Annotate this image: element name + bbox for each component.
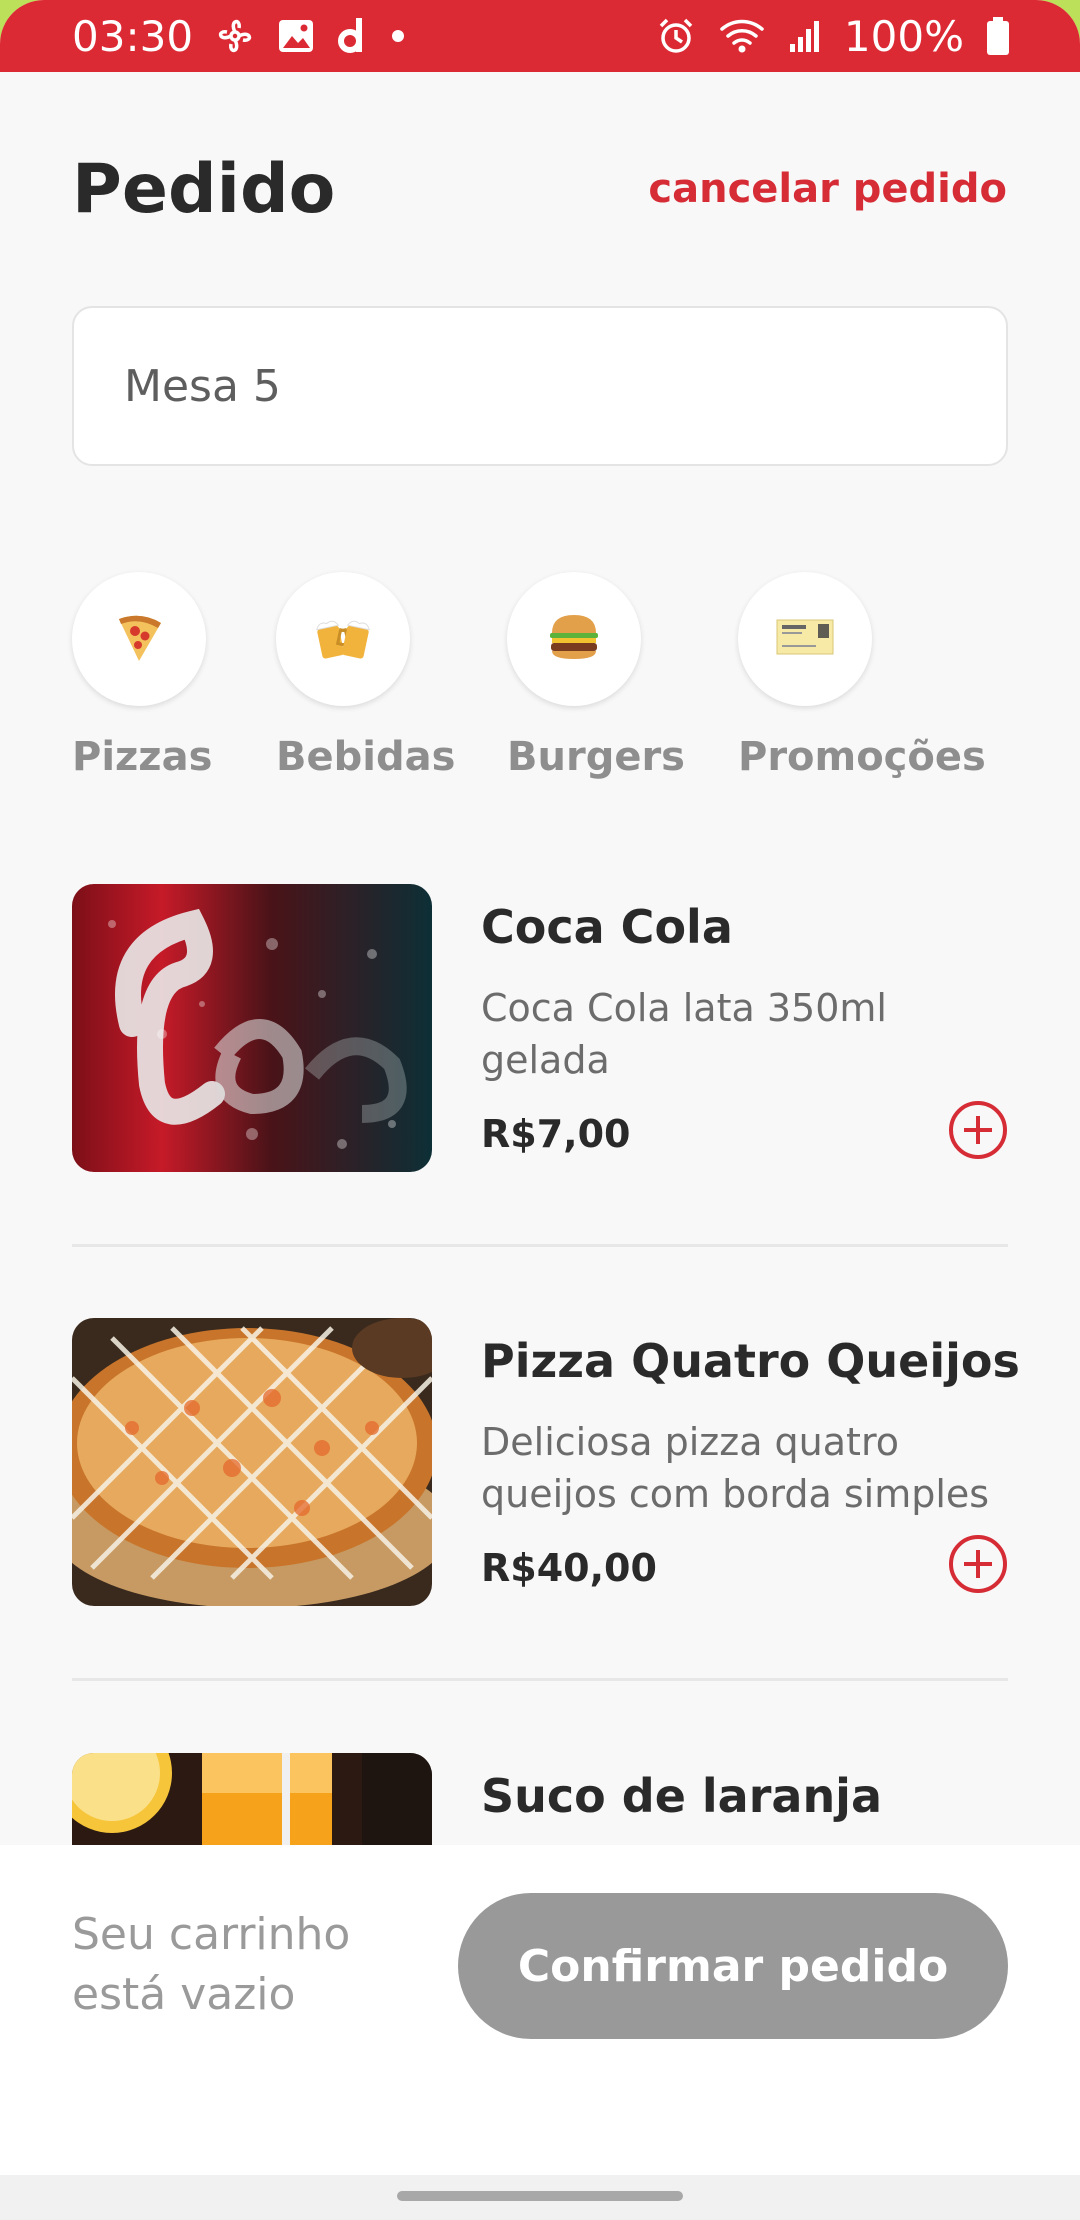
status-bar-right: 100% <box>656 12 1010 61</box>
alarm-icon <box>656 16 696 56</box>
category-burgers[interactable]: Burgers <box>507 572 685 780</box>
product-price: R$40,00 <box>481 1546 657 1590</box>
category-bebidas-circle <box>276 572 410 706</box>
fan-icon <box>215 16 255 56</box>
add-to-cart-button[interactable] <box>948 1534 1008 1598</box>
product-image-coca-cola <box>72 884 432 1172</box>
category-list: Pizzas Bebidas Burgers Promoções <box>0 572 1080 792</box>
cancel-order-link[interactable]: cancelar pedido <box>648 166 1007 212</box>
category-burgers-circle <box>507 572 641 706</box>
divider <box>72 1678 1008 1681</box>
add-to-cart-button[interactable] <box>948 1100 1008 1164</box>
product-image-pizza <box>72 1318 432 1606</box>
pizza-icon <box>111 609 167 669</box>
confirm-order-button[interactable]: Confirmar pedido <box>458 1893 1008 2039</box>
category-label: Promoções <box>738 734 986 780</box>
category-label: Burgers <box>507 734 685 780</box>
divider <box>72 1244 1008 1247</box>
home-indicator[interactable] <box>397 2191 683 2201</box>
gallery-icon <box>277 18 315 54</box>
product-description: Deliciosa pizza quatro queijos com borda… <box>481 1420 990 1516</box>
category-promocoes[interactable]: Promoções <box>738 572 986 780</box>
category-promocoes-circle <box>738 572 872 706</box>
category-bebidas[interactable]: Bebidas <box>276 572 455 780</box>
category-label: Bebidas <box>276 734 456 780</box>
ticket-icon <box>776 619 834 659</box>
battery-percent: 100% <box>843 11 964 61</box>
page-title: Pedido <box>72 150 336 229</box>
status-time: 03:30 <box>72 11 194 61</box>
cart-bar: Seu carrinho está vazio Confirmar pedido <box>0 1845 1080 2175</box>
product-item[interactable]: Pizza Quatro Queijos Deliciosa pizza qua… <box>72 1318 1020 1608</box>
plus-circle-icon <box>948 1100 1008 1164</box>
product-description: Coca Cola lata 350ml gelada <box>481 986 887 1082</box>
wifi-icon <box>718 17 766 55</box>
plus-circle-icon <box>948 1534 1008 1598</box>
table-field-value: Mesa 5 <box>124 360 281 412</box>
status-bar: 03:30 100% <box>0 0 1080 72</box>
screen: 03:30 100% Pedido cancelar pedido Mesa 5… <box>0 0 1080 2220</box>
product-name: Suco de laranja <box>481 1769 882 1823</box>
category-label: Pizzas <box>72 734 213 780</box>
category-pizzas-circle <box>72 572 206 706</box>
product-name: Coca Cola <box>481 900 733 954</box>
burger-icon <box>546 611 602 667</box>
beer-mugs-icon <box>313 609 373 669</box>
product-item[interactable]: Coca Cola Coca Cola lata 350ml gelada R$… <box>72 884 1008 1174</box>
category-pizzas[interactable]: Pizzas <box>72 572 212 780</box>
cart-empty-text: Seu carrinho está vazio <box>72 1909 351 2020</box>
status-bar-left: 03:30 <box>72 12 405 61</box>
app-d-icon <box>337 16 369 56</box>
notification-dot-icon <box>391 29 405 43</box>
product-price: R$7,00 <box>481 1112 631 1156</box>
table-field[interactable]: Mesa 5 <box>72 306 1008 466</box>
signal-icon <box>788 18 822 54</box>
product-name: Pizza Quatro Queijos <box>481 1334 1020 1388</box>
battery-icon <box>986 16 1010 56</box>
navigation-bar <box>0 2175 1080 2220</box>
